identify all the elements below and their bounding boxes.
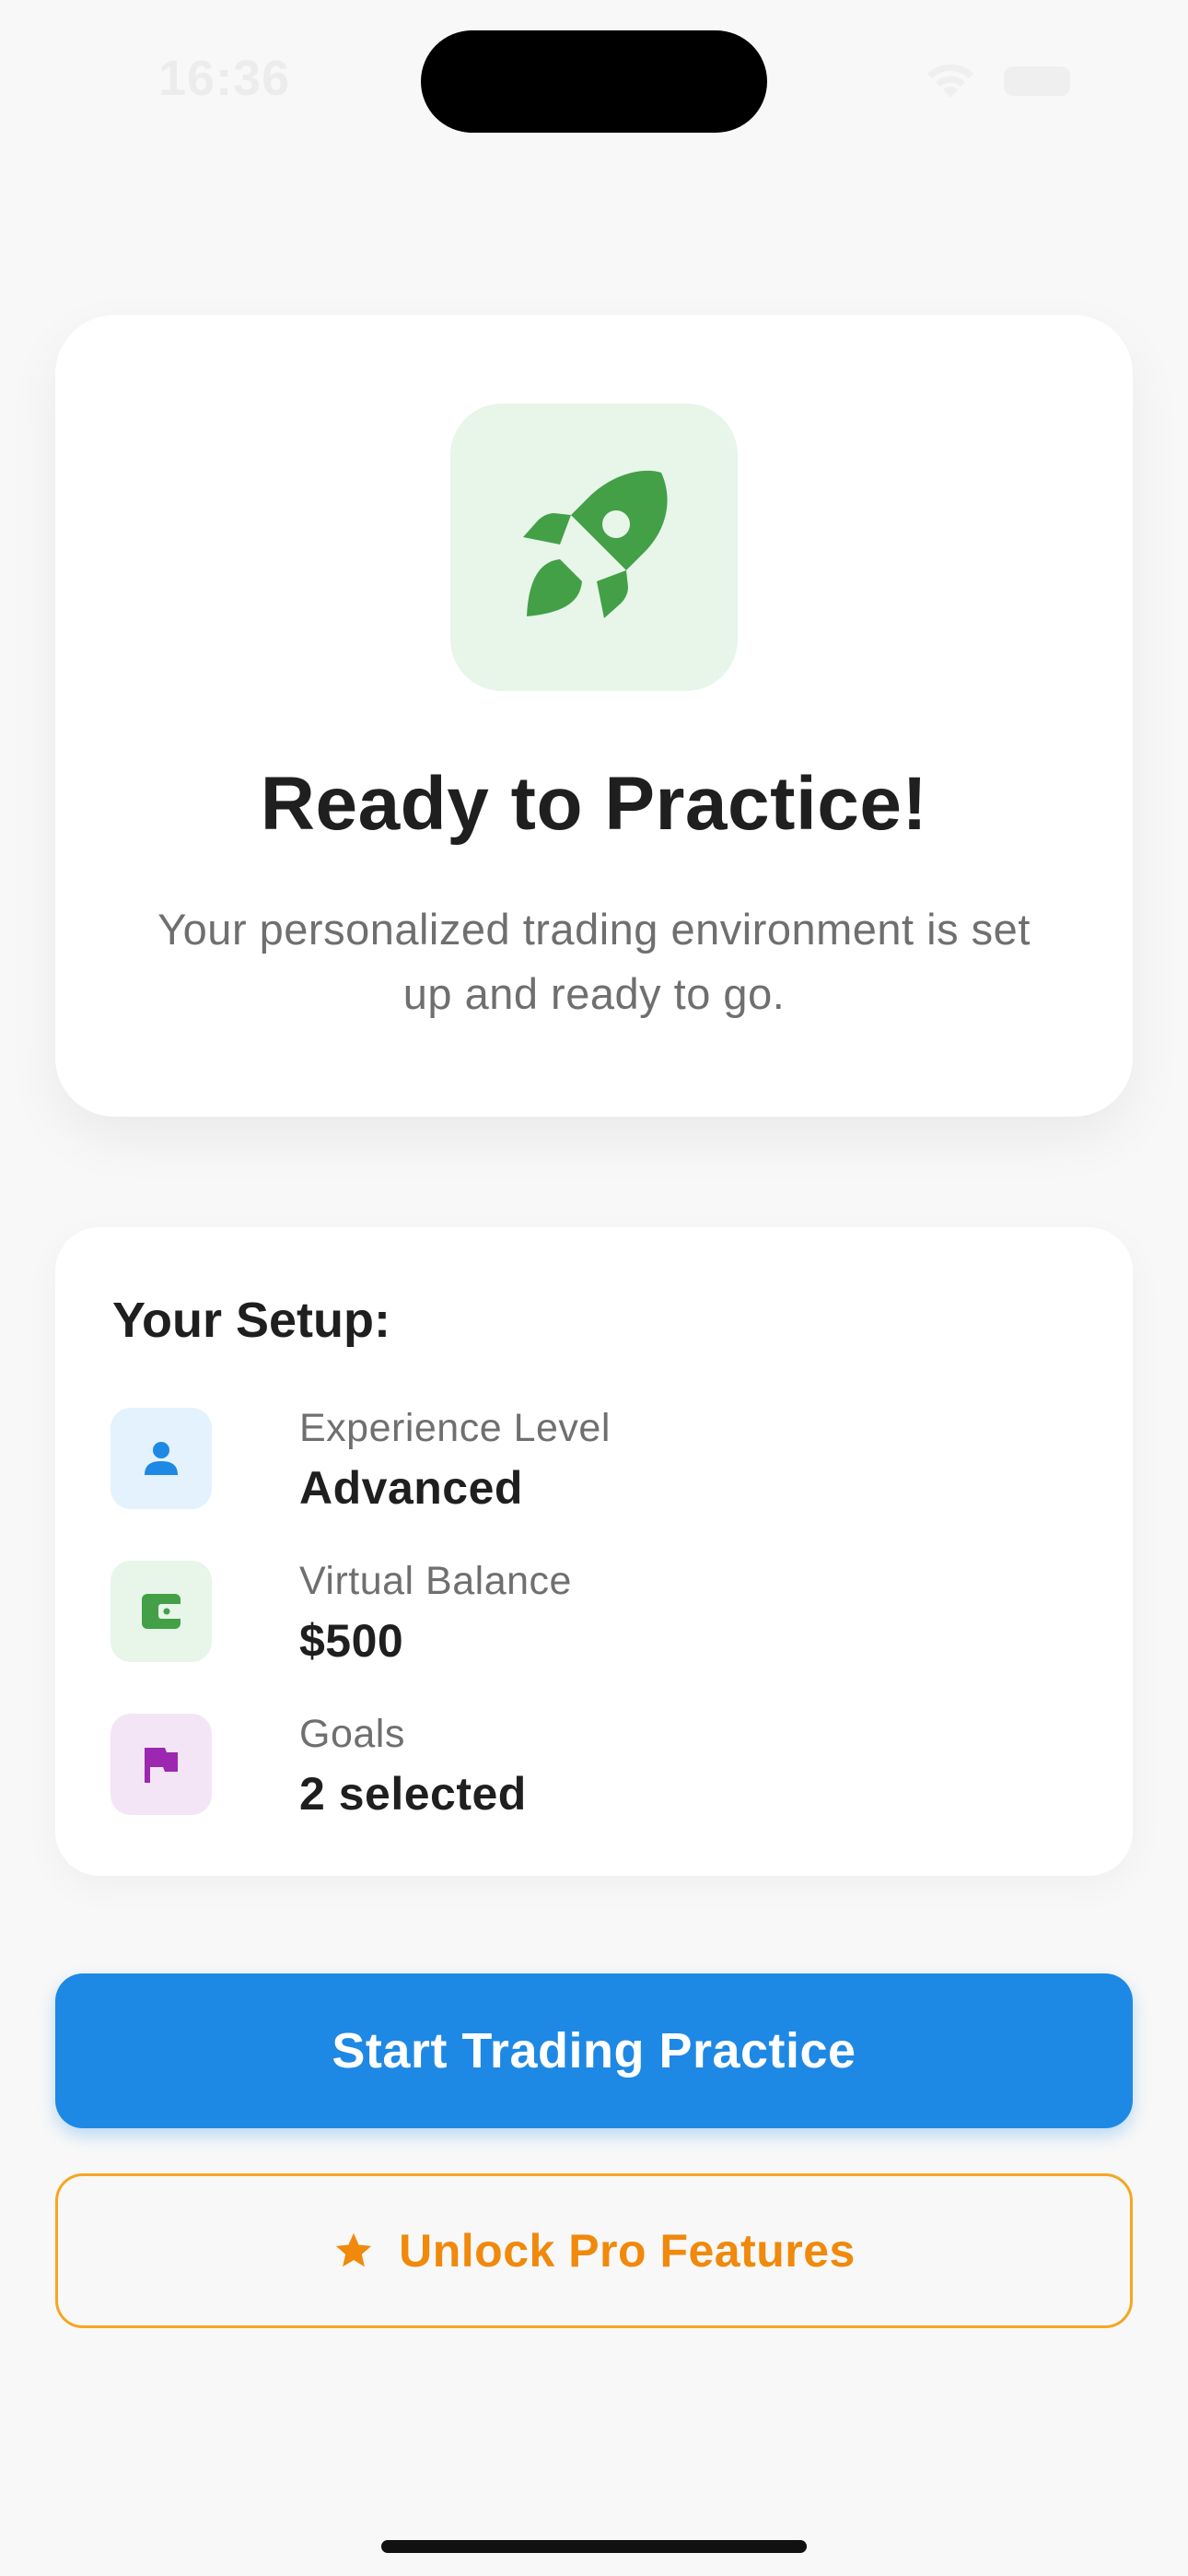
setup-row-balance: Virtual Balance $500 — [111, 1559, 1031, 1667]
balance-value: $500 — [299, 1615, 404, 1667]
wallet-icon — [142, 1594, 182, 1629]
setup-row-experience: Experience Level Advanced — [111, 1406, 1031, 1514]
hero-subtitle: Your personalized trading environment is… — [157, 905, 1031, 1018]
setup-summary-card: Your Setup: Experience Level Advanced Vi… — [55, 1227, 1133, 1876]
wifi-icon — [927, 64, 973, 98]
person-icon-tile — [111, 1408, 212, 1509]
goals-value: 2 selected — [299, 1768, 527, 1820]
rocket-icon — [523, 470, 668, 618]
experience-value: Advanced — [299, 1462, 523, 1514]
rocket-icon-tile — [450, 404, 738, 691]
hero-title: Ready to Practice! — [260, 762, 928, 846]
battery-icon — [1004, 66, 1070, 96]
star-icon — [335, 2232, 372, 2267]
unlock-pro-label: Unlock Pro Features — [399, 2225, 856, 2277]
start-trading-button[interactable]: Start Trading Practice — [55, 1973, 1133, 2128]
hero-card: Ready to Practice! Your personalized tra… — [55, 315, 1133, 1117]
status-time: 16:36 — [158, 51, 291, 106]
balance-label: Virtual Balance — [299, 1559, 572, 1603]
experience-label: Experience Level — [299, 1406, 611, 1450]
home-indicator[interactable] — [381, 2540, 807, 2553]
start-trading-label: Start Trading Practice — [332, 2023, 856, 2078]
wallet-icon-tile — [111, 1561, 212, 1662]
person-icon — [145, 1442, 178, 1475]
dynamic-island — [421, 30, 767, 133]
setup-row-goals: Goals 2 selected — [111, 1712, 1031, 1820]
unlock-pro-button[interactable]: Unlock Pro Features — [55, 2173, 1133, 2328]
flag-icon-tile — [111, 1714, 212, 1815]
goals-label: Goals — [299, 1712, 405, 1756]
setup-title: Your Setup: — [112, 1293, 390, 1348]
onboarding-complete-screen: 16:36 Ready to Practice! Your personaliz… — [0, 0, 1188, 2576]
flag-icon — [145, 1748, 178, 1783]
